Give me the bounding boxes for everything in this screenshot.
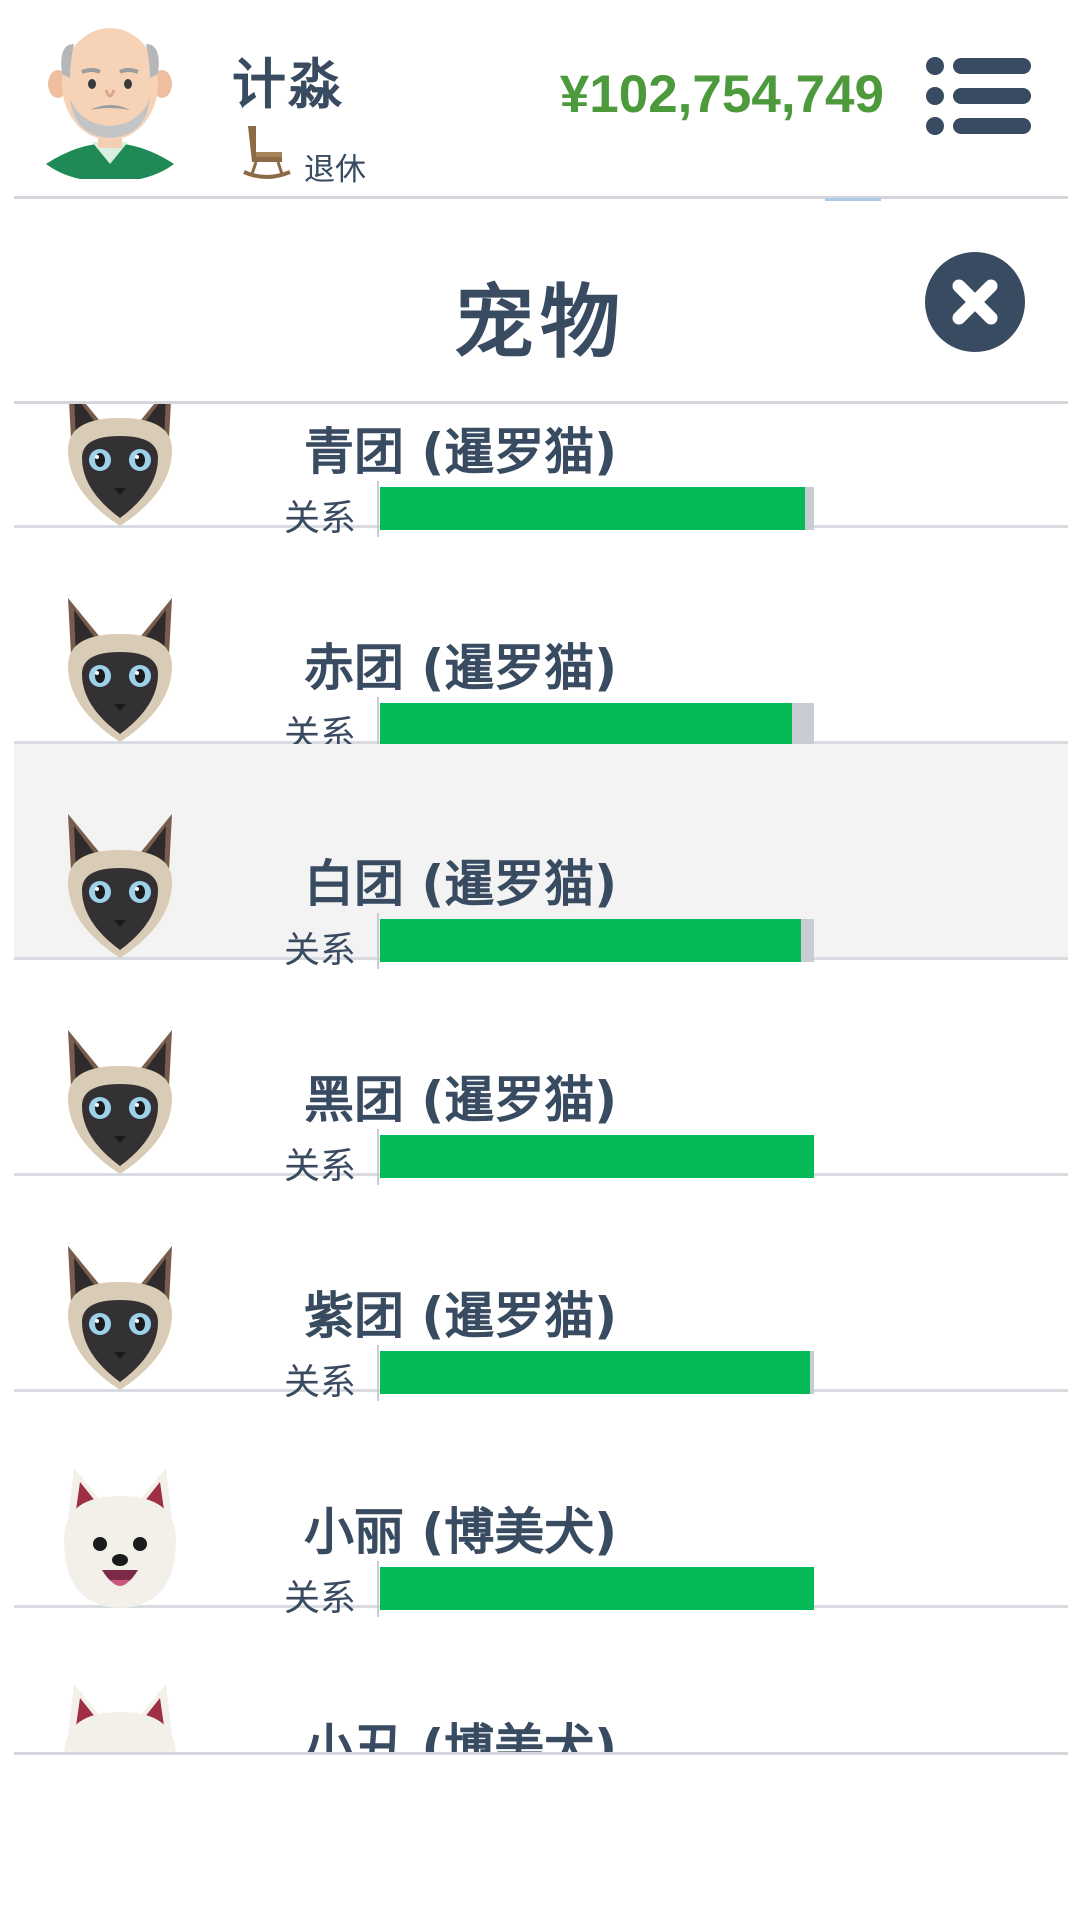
pet-row[interactable]: 青团 (暹罗猫)关系 bbox=[14, 404, 1068, 528]
pet-avatar bbox=[60, 1676, 180, 1752]
close-icon bbox=[925, 252, 1025, 352]
modal-title-bar: 宠物 bbox=[0, 200, 1080, 403]
pet-row[interactable]: 赤团 (暹罗猫)关系 bbox=[14, 528, 1068, 744]
header-divider bbox=[14, 196, 1068, 199]
money-balance: ¥102,754,749 bbox=[560, 64, 884, 125]
relationship-bar-fill bbox=[380, 487, 805, 530]
player-avatar[interactable] bbox=[40, 14, 180, 179]
pet-name: 赤团 (暹罗猫) bbox=[304, 628, 617, 700]
list-bottom-divider bbox=[14, 1752, 1068, 1755]
pet-row[interactable]: 小丽 (博美犬)关系 bbox=[14, 1392, 1068, 1608]
pet-list-viewport[interactable]: 青团 (暹罗猫)关系 赤团 (暹罗猫)关系 白团 (暹罗猫)关系 黑团 (暹罗猫… bbox=[14, 404, 1068, 1752]
pet-row[interactable]: 白团 (暹罗猫)关系 bbox=[14, 744, 1068, 960]
modal-title: 宠物 bbox=[0, 258, 1080, 374]
siamese-cat-icon bbox=[60, 812, 180, 962]
rocking-chair-icon bbox=[242, 122, 292, 182]
pet-row[interactable]: 黑团 (暹罗猫)关系 bbox=[14, 960, 1068, 1176]
player-name: 计淼 bbox=[232, 40, 344, 119]
close-button[interactable] bbox=[925, 252, 1025, 352]
siamese-cat-icon bbox=[60, 404, 180, 530]
relationship-bar-fill bbox=[380, 1351, 810, 1394]
pet-avatar bbox=[60, 1244, 180, 1394]
relationship-bar bbox=[380, 1351, 814, 1394]
pet-name: 小丑 (博美犬) bbox=[304, 1708, 617, 1752]
pet-row[interactable]: 紫团 (暹罗猫)关系 bbox=[14, 1176, 1068, 1392]
relationship-bar bbox=[380, 919, 814, 962]
siamese-cat-icon bbox=[60, 596, 180, 746]
pet-name: 小丽 (博美犬) bbox=[304, 1492, 617, 1564]
status-label: 退休 bbox=[304, 144, 366, 189]
pomeranian-dog-icon bbox=[60, 1460, 180, 1610]
pet-avatar bbox=[60, 1460, 180, 1610]
pet-avatar bbox=[60, 1028, 180, 1178]
pet-name: 黑团 (暹罗猫) bbox=[304, 1060, 617, 1132]
pet-row[interactable]: 小丑 (博美犬)关系 bbox=[14, 1608, 1068, 1752]
pet-avatar bbox=[60, 404, 180, 530]
siamese-cat-icon bbox=[60, 1028, 180, 1178]
pet-name: 紫团 (暹罗猫) bbox=[304, 1276, 617, 1348]
pet-list: 青团 (暹罗猫)关系 赤团 (暹罗猫)关系 白团 (暹罗猫)关系 黑团 (暹罗猫… bbox=[14, 404, 1068, 1752]
relationship-bar bbox=[380, 703, 814, 746]
top-header: 计淼 退休 ¥102,754,749 bbox=[0, 0, 1080, 197]
relationship-bar-fill bbox=[380, 1135, 814, 1178]
pet-avatar bbox=[60, 596, 180, 746]
pet-name: 青团 (暹罗猫) bbox=[304, 412, 617, 484]
relationship-bar bbox=[380, 1135, 814, 1178]
relationship-bar bbox=[380, 1567, 814, 1610]
menu-list-icon[interactable] bbox=[925, 56, 1031, 136]
relationship-bar bbox=[380, 487, 814, 530]
siamese-cat-icon bbox=[60, 1244, 180, 1394]
relationship-bar-fill bbox=[380, 919, 801, 962]
pet-avatar bbox=[60, 812, 180, 962]
relationship-bar-fill bbox=[380, 1567, 814, 1610]
relationship-bar-fill bbox=[380, 703, 792, 746]
pomeranian-dog-icon bbox=[60, 1676, 180, 1752]
pet-name: 白团 (暹罗猫) bbox=[304, 844, 617, 916]
